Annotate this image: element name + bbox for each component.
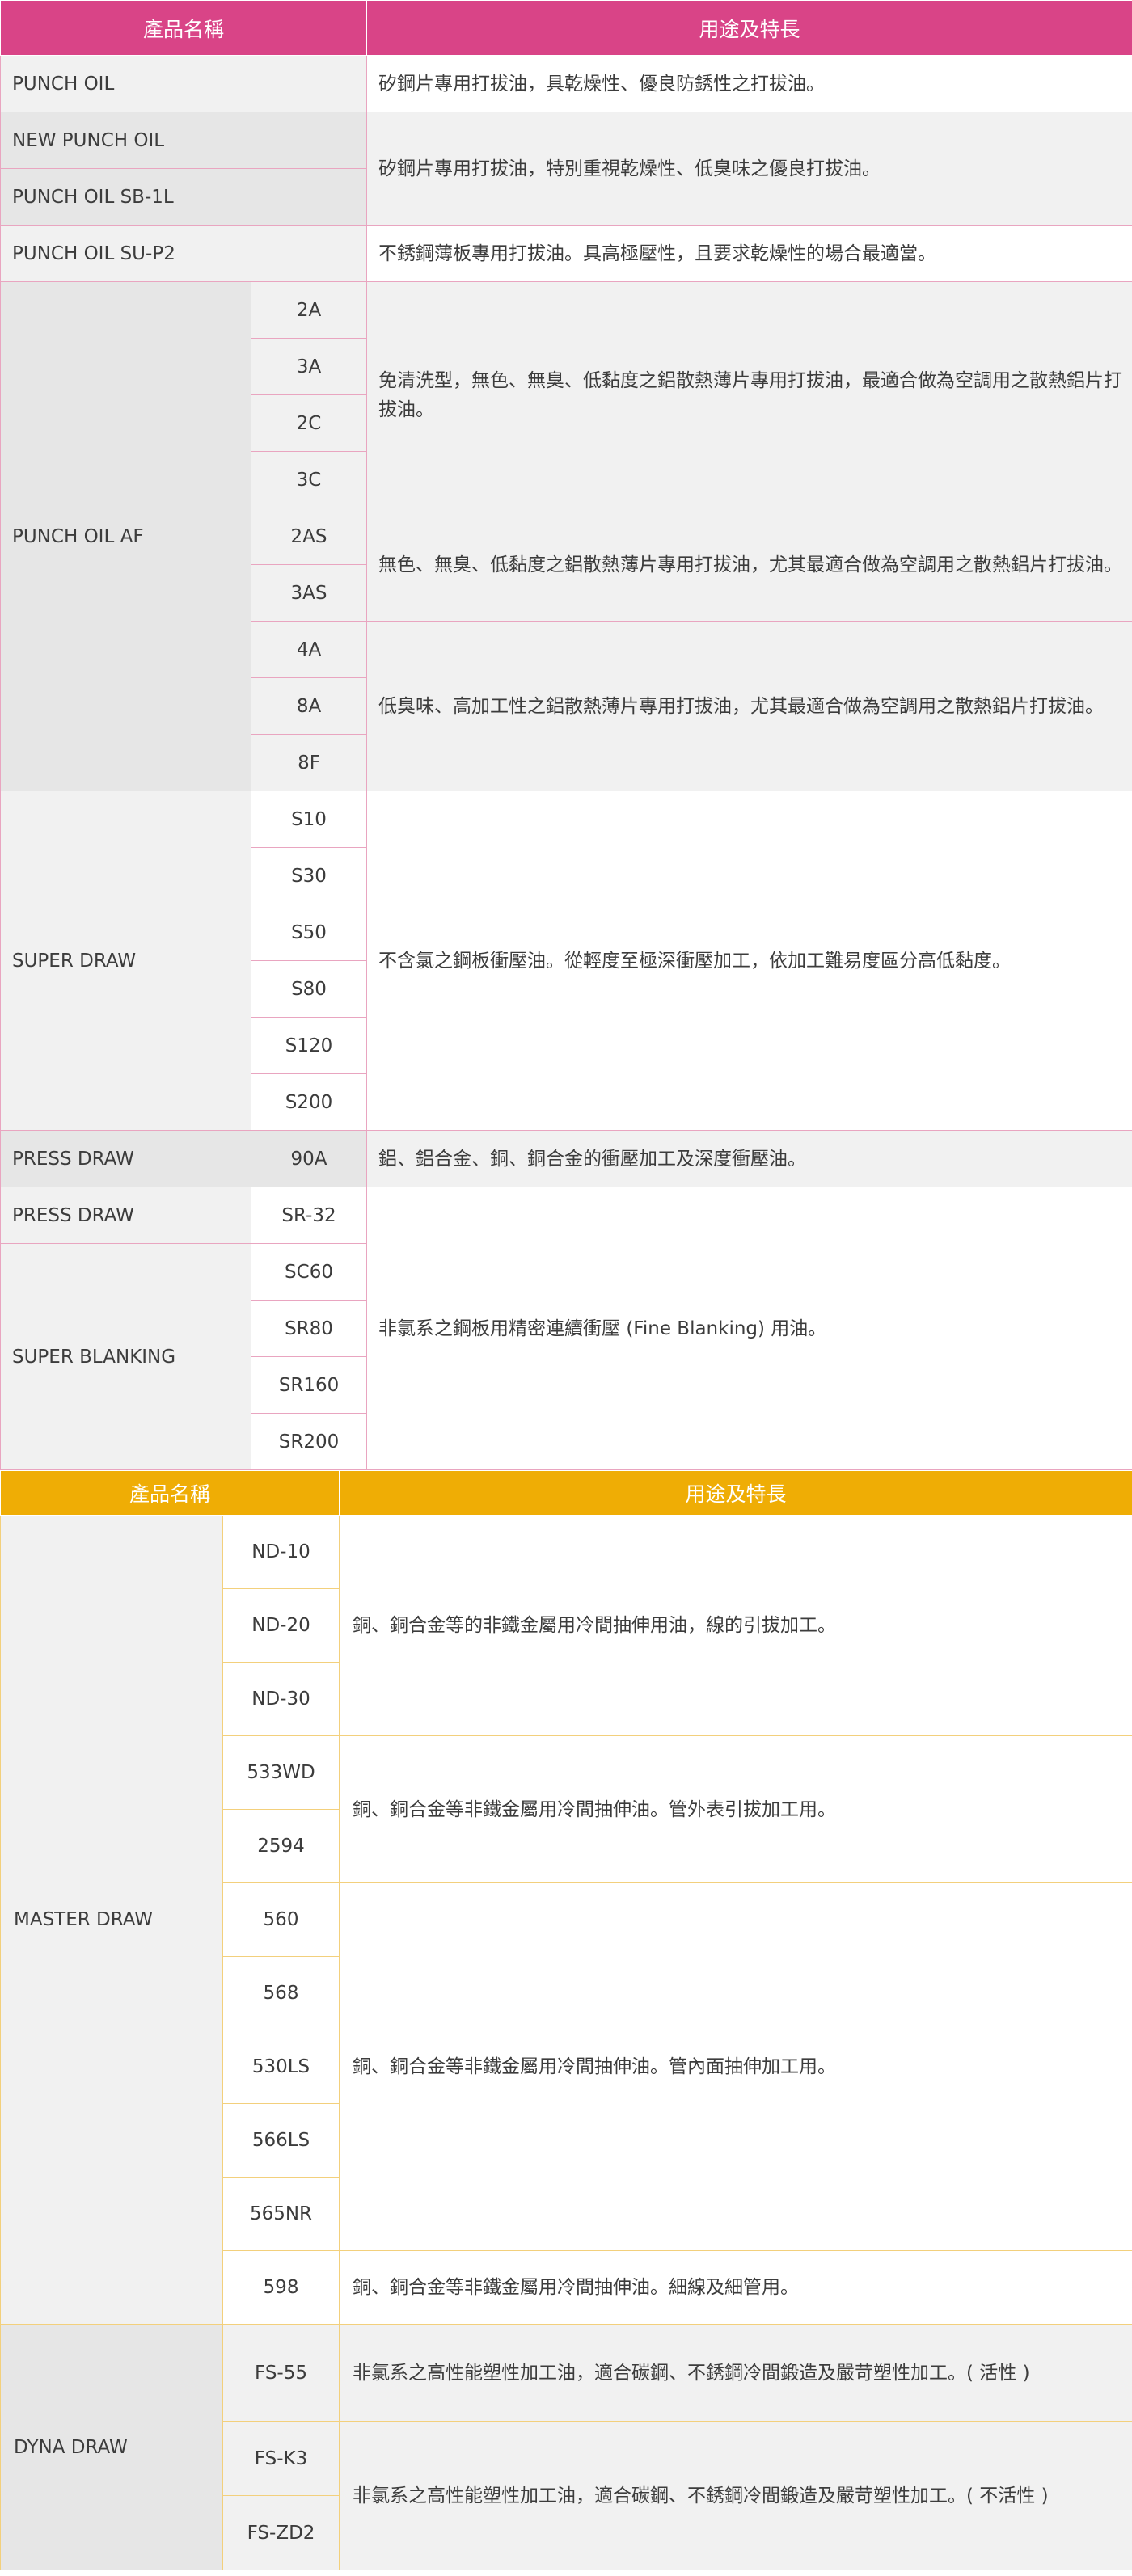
product-code: FS-55 [222, 2324, 340, 2422]
product-description: 非氯系之高性能塑性加工油，適合碳鋼、不銹鋼冷間鍛造及嚴苛塑性加工。( 活性 ) [339, 2324, 1132, 2422]
product-code: SR-32 [250, 1187, 368, 1244]
product-name: PUNCH OIL SU-P2 [0, 225, 368, 282]
table-row: PRESS DRAW SR-32 非氯系之鋼板用精密連續衝壓 (Fine Bla… [0, 1187, 1132, 1470]
header-usage: 用途及特長 [339, 1470, 1132, 1516]
product-description: 非氯系之高性能塑性加工油，適合碳鋼、不銹鋼冷間鍛造及嚴苛塑性加工。( 不活性 ) [339, 2421, 1132, 2570]
table-row: DYNA DRAW FS-55 非氯系之高性能塑性加工油，適合碳鋼、不銹鋼冷間鍛… [0, 2324, 1132, 2570]
product-description: 銅、銅合金等非鐵金屬用冷間抽伸油。管外表引拔加工用。 [339, 1735, 1132, 1883]
product-description: 鋁、鋁合金、銅、銅合金的衝壓加工及深度衝壓油。 [366, 1130, 1132, 1187]
product-table-punch: 產品名稱 用途及特長 PUNCH OIL 矽鋼片專用打拔油，具乾燥性、優良防銹性… [0, 0, 1132, 1470]
table-header-row: 產品名稱 用途及特長 [0, 0, 1132, 56]
product-table-draw: 產品名稱 用途及特長 MASTER DRAW ND-10 銅、銅合金等的非鐵金屬… [0, 1470, 1132, 2570]
product-description: 不銹鋼薄板專用打拔油。具高極壓性，且要求乾燥性的場合最適當。 [366, 225, 1132, 282]
product-code: SR80 [250, 1300, 368, 1357]
product-description: 無色、無臭、低黏度之鋁散熱薄片專用打拔油，尤其最適合做為空調用之散熱鋁片打拔油。 [366, 508, 1132, 622]
product-code: 4A [250, 621, 368, 678]
table-row: PUNCH OIL AF 2A 免清洗型，無色、無臭、低黏度之鋁散熱薄片專用打拔… [0, 281, 1132, 791]
product-code: 533WD [222, 1735, 340, 1810]
product-description: 非氯系之鋼板用精密連續衝壓 (Fine Blanking) 用油。 [366, 1187, 1132, 1470]
product-code: SR160 [250, 1356, 368, 1414]
product-code: 598 [222, 2250, 340, 2325]
product-name: SUPER DRAW [0, 791, 251, 1131]
product-name: MASTER DRAW [0, 1515, 223, 2325]
product-code: 566LS [222, 2103, 340, 2178]
table-row: PRESS DRAW 90A 鋁、鋁合金、銅、銅合金的衝壓加工及深度衝壓油。 [0, 1130, 1132, 1187]
product-code: SR200 [250, 1413, 368, 1470]
product-code: 3A [250, 338, 368, 395]
table-row: SUPER DRAW S10 不含氯之鋼板衝壓油。從輕度至極深衝壓加工，依加工難… [0, 791, 1132, 1131]
product-code: 90A [250, 1130, 368, 1187]
product-code: ND-30 [222, 1662, 340, 1736]
header-product-name: 產品名稱 [0, 1470, 340, 1516]
product-code: 565NR [222, 2177, 340, 2251]
product-description: 免清洗型，無色、無臭、低黏度之鋁散熱薄片專用打拔油，最適合做為空調用之散熱鋁片打… [366, 281, 1132, 508]
product-code: 2AS [250, 508, 368, 565]
product-code: FS-K3 [222, 2421, 340, 2496]
product-code: 568 [222, 1956, 340, 2030]
product-description: 銅、銅合金等的非鐵金屬用冷間抽伸用油，線的引拔加工。 [339, 1515, 1132, 1736]
product-description: 低臭味、高加工性之鋁散熱薄片專用打拔油，尤其最適合做為空調用之散熱鋁片打拔油。 [366, 621, 1132, 791]
product-code: FS-ZD2 [222, 2495, 340, 2570]
table-row: PUNCH OIL SU-P2 不銹鋼薄板專用打拔油。具高極壓性，且要求乾燥性的… [0, 225, 1132, 282]
product-code: 530LS [222, 2030, 340, 2104]
product-description: 不含氯之鋼板衝壓油。從輕度至極深衝壓加工，依加工難易度區分高低黏度。 [366, 791, 1132, 1131]
product-code: S10 [250, 791, 368, 848]
product-code: SC60 [250, 1243, 368, 1301]
product-code: 560 [222, 1882, 340, 1957]
header-product-name: 產品名稱 [0, 0, 368, 56]
product-code: ND-20 [222, 1588, 340, 1663]
header-usage: 用途及特長 [366, 0, 1132, 56]
product-name: PRESS DRAW [0, 1187, 251, 1244]
product-code: S200 [250, 1073, 368, 1131]
product-name: PUNCH OIL AF [0, 281, 251, 791]
product-name: PUNCH OIL [0, 55, 368, 112]
product-code: 8A [250, 677, 368, 735]
product-code: 3C [250, 451, 368, 508]
product-code: 2A [250, 281, 368, 339]
table-row: NEW PUNCH OIL 矽鋼片專用打拔油，特別重視乾燥性、低臭味之優良打拔油… [0, 112, 1132, 226]
table-row: PUNCH OIL 矽鋼片專用打拔油，具乾燥性、優良防銹性之打拔油。 [0, 55, 1132, 112]
product-name: PRESS DRAW [0, 1130, 251, 1187]
product-code: S120 [250, 1017, 368, 1074]
product-name: NEW PUNCH OIL [0, 112, 368, 169]
product-code: ND-10 [222, 1515, 340, 1589]
product-code: 3AS [250, 564, 368, 622]
product-code: 8F [250, 734, 368, 791]
product-description: 銅、銅合金等非鐵金屬用冷間抽伸油。細線及細管用。 [339, 2250, 1132, 2325]
table-row: MASTER DRAW ND-10 銅、銅合金等的非鐵金屬用冷間抽伸用油，線的引… [0, 1515, 1132, 2325]
product-description: 矽鋼片專用打拔油，具乾燥性、優良防銹性之打拔油。 [366, 55, 1132, 112]
product-code: S50 [250, 904, 368, 961]
product-name: DYNA DRAW [0, 2324, 223, 2570]
product-name: PUNCH OIL SB-1L [0, 168, 368, 226]
product-code: S80 [250, 960, 368, 1018]
product-name: SUPER BLANKING [0, 1243, 251, 1470]
product-description: 矽鋼片專用打拔油，特別重視乾燥性、低臭味之優良打拔油。 [366, 112, 1132, 226]
product-description: 銅、銅合金等非鐵金屬用冷間抽伸油。管內面抽伸加工用。 [339, 1882, 1132, 2251]
product-code: S30 [250, 847, 368, 904]
table-header-row: 產品名稱 用途及特長 [0, 1470, 1132, 1516]
product-code: 2C [250, 394, 368, 452]
product-code: 2594 [222, 1809, 340, 1883]
